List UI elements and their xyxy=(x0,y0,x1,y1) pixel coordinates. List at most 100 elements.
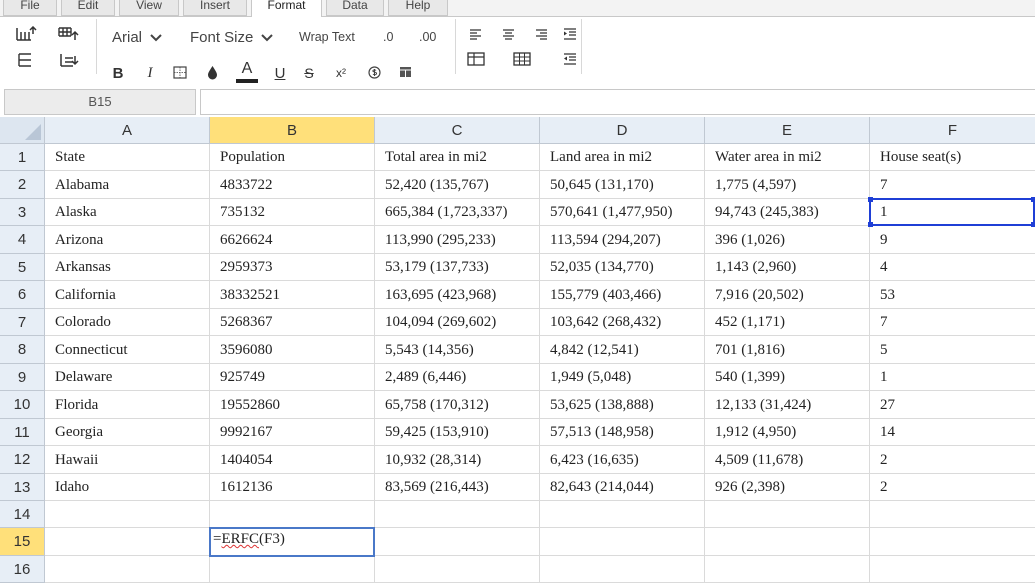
row-header[interactable]: 10 xyxy=(0,391,45,419)
cell-a14[interactable] xyxy=(45,501,210,528)
column-header-e[interactable]: E xyxy=(705,117,870,144)
cell-e4[interactable]: 396 (1,026) xyxy=(705,226,870,254)
cell-b9[interactable]: 925749 xyxy=(210,364,375,391)
cell-a4[interactable]: Arizona xyxy=(45,226,210,254)
cell-d1[interactable]: Land area in mi2 xyxy=(540,144,705,171)
column-header-d[interactable]: D xyxy=(540,117,705,144)
cell-a16[interactable] xyxy=(45,556,210,583)
cell-c15[interactable] xyxy=(375,528,540,556)
cell-e16[interactable] xyxy=(705,556,870,583)
cell-c1[interactable]: Total area in mi2 xyxy=(375,144,540,171)
row-header[interactable]: 2 xyxy=(0,171,45,199)
row-header[interactable]: 7 xyxy=(0,309,45,336)
cell-e5[interactable]: 1,143 (2,960) xyxy=(705,254,870,281)
cell-f1[interactable]: House seat(s) xyxy=(870,144,1035,171)
cell-f12[interactable]: 2 xyxy=(870,446,1035,474)
cell-a11[interactable]: Georgia xyxy=(45,419,210,446)
cell-a5[interactable]: Arkansas xyxy=(45,254,210,281)
cell-a9[interactable]: Delaware xyxy=(45,364,210,391)
underline-button[interactable]: U xyxy=(272,63,288,83)
cell-b5[interactable]: 2959373 xyxy=(210,254,375,281)
cell-f16[interactable] xyxy=(870,556,1035,583)
tab-data[interactable]: Data xyxy=(326,0,384,16)
cell-d14[interactable] xyxy=(540,501,705,528)
bold-button[interactable]: B xyxy=(110,63,126,83)
cell-b6[interactable]: 38332521 xyxy=(210,281,375,309)
cell-name-box[interactable]: B15 xyxy=(4,89,196,115)
cell-d6[interactable]: 155,779 (403,466) xyxy=(540,281,705,309)
align-left-icon[interactable] xyxy=(467,27,483,41)
cell-d16[interactable] xyxy=(540,556,705,583)
tab-format[interactable]: Format xyxy=(251,0,322,18)
cell-a2[interactable]: Alabama xyxy=(45,171,210,199)
cell-a12[interactable]: Hawaii xyxy=(45,446,210,474)
cell-d2[interactable]: 50,645 (131,170) xyxy=(540,171,705,199)
cell-b8[interactable]: 3596080 xyxy=(210,336,375,364)
cell-a8[interactable]: Connecticut xyxy=(45,336,210,364)
cell-d15[interactable] xyxy=(540,528,705,556)
italic-button[interactable]: I xyxy=(142,63,158,83)
cell-d10[interactable]: 53,625 (138,888) xyxy=(540,391,705,419)
borders-icon[interactable] xyxy=(172,63,188,81)
row-header[interactable]: 1 xyxy=(0,144,45,171)
row-header[interactable]: 12 xyxy=(0,446,45,474)
column-header-c[interactable]: C xyxy=(375,117,540,144)
column-header-b[interactable]: B xyxy=(210,117,375,144)
cell-c8[interactable]: 5,543 (14,356) xyxy=(375,336,540,364)
formula-input[interactable] xyxy=(200,89,1035,115)
cell-f2[interactable]: 7 xyxy=(870,171,1035,199)
cell-f4[interactable]: 9 xyxy=(870,226,1035,254)
indent-icon[interactable] xyxy=(562,27,578,41)
cell-d8[interactable]: 4,842 (12,541) xyxy=(540,336,705,364)
cell-a6[interactable]: California xyxy=(45,281,210,309)
cell-d5[interactable]: 52,035 (134,770) xyxy=(540,254,705,281)
cell-f14[interactable] xyxy=(870,501,1035,528)
cell-e14[interactable] xyxy=(705,501,870,528)
currency-icon[interactable] xyxy=(366,63,382,81)
delete-column-icon[interactable] xyxy=(56,51,80,71)
cell-f7[interactable]: 7 xyxy=(870,309,1035,336)
cell-c14[interactable] xyxy=(375,501,540,528)
cell-c4[interactable]: 113,990 (295,233) xyxy=(375,226,540,254)
cell-d7[interactable]: 103,642 (268,432) xyxy=(540,309,705,336)
grid-lines-icon[interactable] xyxy=(512,51,532,67)
outdent-icon[interactable] xyxy=(562,52,578,66)
cell-f10[interactable]: 27 xyxy=(870,391,1035,419)
cell-e13[interactable]: 926 (2,398) xyxy=(705,474,870,501)
cell-a13[interactable]: Idaho xyxy=(45,474,210,501)
row-header[interactable]: 3 xyxy=(0,199,45,226)
cell-f6[interactable]: 53 xyxy=(870,281,1035,309)
cell-e12[interactable]: 4,509 (11,678) xyxy=(705,446,870,474)
font-size-dropdown[interactable]: Font Size xyxy=(190,29,274,46)
cell-e2[interactable]: 1,775 (4,597) xyxy=(705,171,870,199)
cell-c13[interactable]: 83,569 (216,443) xyxy=(375,474,540,501)
cell-b4[interactable]: 6626624 xyxy=(210,226,375,254)
cell-b1[interactable]: Population xyxy=(210,144,375,171)
cell-e8[interactable]: 701 (1,816) xyxy=(705,336,870,364)
cell-d11[interactable]: 57,513 (148,958) xyxy=(540,419,705,446)
superscript-button[interactable]: x² xyxy=(332,63,350,83)
tab-insert[interactable]: Insert xyxy=(183,0,247,16)
cell-c11[interactable]: 59,425 (153,910) xyxy=(375,419,540,446)
cell-b3[interactable]: 735132 xyxy=(210,199,375,226)
cell-f11[interactable]: 14 xyxy=(870,419,1035,446)
wrap-text-button[interactable]: Wrap Text xyxy=(299,30,355,44)
cell-c5[interactable]: 53,179 (137,733) xyxy=(375,254,540,281)
cell-c7[interactable]: 104,094 (269,602) xyxy=(375,309,540,336)
tab-file[interactable]: File xyxy=(3,0,57,16)
decrease-decimal-button[interactable]: .0 xyxy=(383,30,393,44)
cell-c6[interactable]: 163,695 (423,968) xyxy=(375,281,540,309)
cell-c16[interactable] xyxy=(375,556,540,583)
cell-b14[interactable] xyxy=(210,501,375,528)
cell-c2[interactable]: 52,420 (135,767) xyxy=(375,171,540,199)
cell-b16[interactable] xyxy=(210,556,375,583)
cell-f15[interactable] xyxy=(870,528,1035,556)
cell-d13[interactable]: 82,643 (214,044) xyxy=(540,474,705,501)
cell-f5[interactable]: 4 xyxy=(870,254,1035,281)
cell-e3[interactable]: 94,743 (245,383) xyxy=(705,199,870,226)
select-all-corner[interactable] xyxy=(0,117,45,144)
cell-b2[interactable]: 4833722 xyxy=(210,171,375,199)
cell-e7[interactable]: 452 (1,171) xyxy=(705,309,870,336)
cell-a7[interactable]: Colorado xyxy=(45,309,210,336)
cell-c10[interactable]: 65,758 (170,312) xyxy=(375,391,540,419)
